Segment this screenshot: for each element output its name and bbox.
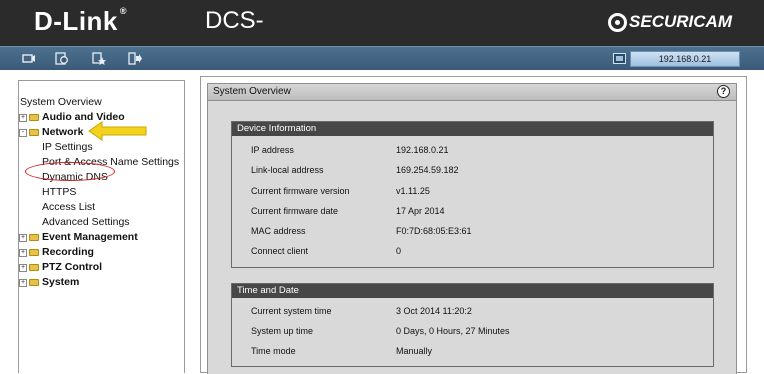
tree-item-event-management[interactable]: + Event Management [19, 230, 179, 245]
expand-icon[interactable]: + [19, 113, 27, 122]
field-value: Manually [396, 346, 433, 356]
expand-icon[interactable]: + [19, 233, 27, 242]
tree-item-https[interactable]: HTTPS [19, 185, 179, 200]
tree-item-ip-settings[interactable]: IP Settings [19, 140, 179, 155]
field-value: 0 [396, 246, 402, 256]
setup-icon[interactable] [55, 52, 69, 65]
folder-icon [29, 264, 39, 271]
maintenance-icon[interactable] [92, 52, 106, 65]
field-value: 192.168.0.21 [396, 145, 449, 155]
panel-header: System Overview ? [207, 83, 737, 101]
field-label: MAC address [251, 226, 306, 236]
tree-root-system-overview[interactable]: System Overview [19, 95, 179, 110]
field-value: v1.11.25 [396, 186, 430, 196]
status-icon[interactable] [128, 52, 142, 65]
folder-icon [29, 249, 39, 256]
open-folder-icon [29, 129, 39, 136]
folder-icon [29, 114, 39, 121]
ip-address-display: 192.168.0.21 [630, 51, 740, 67]
camera-icon[interactable] [22, 52, 36, 65]
folder-icon [29, 234, 39, 241]
panel-body: Device Information IP address 192.168.0.… [207, 101, 737, 374]
highlight-arrow-icon [88, 121, 147, 141]
field-label: Current firmware date [251, 206, 339, 216]
field-label: Link-local address [251, 165, 324, 175]
brand-logo: D-Link ® [34, 6, 128, 36]
toolbar: 192.168.0.21 [0, 46, 764, 70]
page-title: System Overview [213, 86, 291, 97]
tree-item-access-list[interactable]: Access List [19, 200, 179, 215]
field-label: System up time [251, 326, 314, 336]
tree-item-advanced-settings[interactable]: Advanced Settings [19, 215, 179, 230]
field-label: Connect client [251, 246, 309, 256]
expand-icon[interactable]: + [19, 263, 27, 272]
securicam-ring-icon [608, 12, 628, 32]
tree-item-system[interactable]: + System [19, 275, 179, 290]
field-label: Time mode [251, 346, 296, 356]
securicam-logo: SECURICAM [608, 12, 732, 32]
help-icon[interactable]: ? [717, 85, 730, 98]
field-label: IP address [251, 145, 294, 155]
tree-item-ptz-control[interactable]: + PTZ Control [19, 260, 179, 275]
section-title: Time and Date [232, 284, 713, 298]
main-content: System Overview ? Device Information IP … [200, 76, 747, 374]
field-label: Current firmware version [251, 186, 350, 196]
field-value: 0 Days, 0 Hours, 27 Minutes [396, 326, 510, 336]
time-date-section: Time and Date Current system time 3 Oct … [231, 283, 714, 367]
expand-icon[interactable]: + [19, 248, 27, 257]
monitor-icon [613, 53, 626, 64]
model-name: DCS- [205, 7, 264, 34]
expand-icon[interactable]: + [19, 278, 27, 287]
collapse-icon[interactable]: - [19, 128, 27, 137]
section-title: Device Information [232, 122, 713, 136]
field-value: 169.254.59.182 [396, 165, 459, 175]
highlight-circle [25, 162, 115, 181]
field-value: F0:7D:68:05:E3:61 [396, 226, 472, 236]
device-information-section: Device Information IP address 192.168.0.… [231, 121, 714, 268]
field-label: Current system time [251, 306, 332, 316]
field-value: 3 Oct 2014 11:20:2 [396, 306, 472, 316]
field-value: 17 Apr 2014 [396, 206, 445, 216]
tree-item-recording[interactable]: + Recording [19, 245, 179, 260]
header-bar: D-Link ® DCS- SECURICAM [0, 0, 764, 46]
folder-icon [29, 279, 39, 286]
